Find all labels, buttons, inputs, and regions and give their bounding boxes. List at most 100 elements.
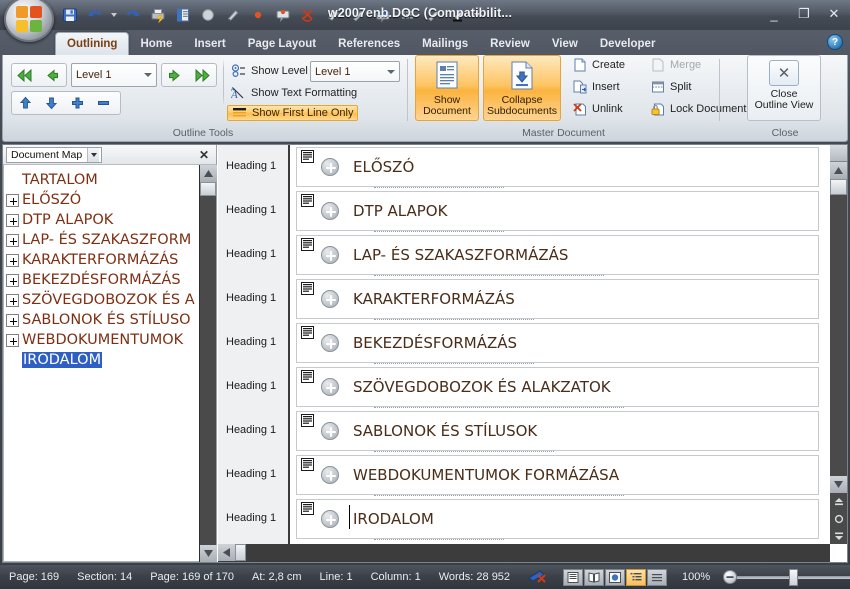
- outline-row[interactable]: Heading 1 ELŐSZÓ: [218, 145, 829, 189]
- scroll-left-icon[interactable]: [218, 544, 235, 561]
- tab-review[interactable]: Review: [479, 34, 541, 55]
- scrollbar-thumb[interactable]: [200, 182, 216, 196]
- tab-home[interactable]: Home: [129, 34, 183, 55]
- subdocument-icon[interactable]: [301, 194, 314, 207]
- outline-heading-text[interactable]: LAP- ÉS SZAKASZFORMÁZÁS: [353, 246, 568, 264]
- show-first-line-only-control[interactable]: Show First Line Only: [227, 105, 359, 121]
- show-level-control[interactable]: Show Level: [227, 63, 312, 79]
- collapse-subdocuments-button[interactable]: Collapse Subdocuments: [483, 55, 561, 121]
- subdocument-icon[interactable]: [301, 150, 314, 163]
- outline-heading-text[interactable]: ELŐSZÓ: [353, 158, 414, 176]
- tab-insert[interactable]: Insert: [183, 34, 236, 55]
- show-document-button[interactable]: Show Document: [415, 55, 479, 121]
- outline-heading-box[interactable]: SABLONOK ÉS STÍLUSOK: [296, 411, 819, 451]
- unlink-subdocument-button[interactable]: Unlink: [569, 101, 627, 117]
- horizontal-scrollbar[interactable]: [218, 544, 830, 562]
- zoom-slider[interactable]: [723, 568, 850, 586]
- scrollbar-thumb[interactable]: [235, 544, 246, 561]
- outline-row[interactable]: Heading 1 LAP- ÉS SZAKASZFORMÁZÁS: [218, 233, 829, 277]
- status-column[interactable]: Column: 1: [362, 571, 430, 583]
- status-line[interactable]: Line: 1: [311, 571, 362, 583]
- expand-plus-icon[interactable]: [6, 273, 19, 287]
- scroll-up-icon[interactable]: [200, 165, 217, 182]
- tab-outlining[interactable]: Outlining: [55, 32, 130, 55]
- status-at[interactable]: At: 2,8 cm: [243, 571, 311, 583]
- subdocument-icon[interactable]: [301, 502, 314, 515]
- outline-row[interactable]: Heading 1 SZÖVEGDOBOZOK ÉS ALAKZATOK: [218, 365, 829, 409]
- expand-collapse-icon[interactable]: [321, 466, 339, 484]
- create-subdocument-button[interactable]: Create: [569, 57, 629, 73]
- outline-row[interactable]: Heading 1 IRODALOM: [218, 497, 829, 541]
- collapse-button[interactable]: [90, 92, 116, 114]
- outline-heading-text[interactable]: SABLONOK ÉS STÍLUSOK: [353, 422, 537, 440]
- subdocument-icon[interactable]: [301, 458, 314, 471]
- move-down-button[interactable]: [38, 92, 64, 114]
- demote-to-body-text-button[interactable]: [188, 64, 214, 86]
- insert-subdocument-button[interactable]: Insert: [569, 79, 624, 95]
- document-map-item[interactable]: IRODALOM: [4, 350, 199, 370]
- document-map-item[interactable]: ELŐSZÓ: [4, 190, 199, 210]
- expand-collapse-icon[interactable]: [321, 422, 339, 440]
- zoom-track[interactable]: [737, 568, 850, 586]
- scrollbar-thumb[interactable]: [830, 179, 847, 195]
- status-words[interactable]: Words: 28 952: [430, 571, 519, 583]
- zoom-out-button[interactable]: [723, 570, 738, 584]
- expand-collapse-icon[interactable]: [321, 246, 339, 264]
- document-map-close-icon[interactable]: ✕: [195, 148, 213, 162]
- outline-heading-box[interactable]: DTP ALAPOK: [296, 191, 819, 231]
- outline-heading-box[interactable]: WEBDOKUMENTUMOK FORMÁZÁSA: [296, 455, 819, 495]
- tab-references[interactable]: References: [327, 34, 411, 55]
- outline-heading-box[interactable]: LAP- ÉS SZAKASZFORMÁZÁS: [296, 235, 819, 275]
- outline-heading-box[interactable]: IRODALOM: [296, 499, 819, 539]
- outline-row[interactable]: Heading 1 BEKEZDÉSFORMÁZÁS: [218, 321, 829, 365]
- demote-button[interactable]: [162, 64, 188, 86]
- subdocument-icon[interactable]: [301, 370, 314, 383]
- document-map-item[interactable]: SABLONOK ÉS STÍLUSO: [4, 310, 199, 330]
- subdocument-icon[interactable]: [301, 238, 314, 251]
- expand-plus-icon[interactable]: [6, 253, 19, 267]
- draft-view-button[interactable]: [647, 568, 668, 586]
- minimize-button[interactable]: _: [762, 4, 786, 24]
- full-screen-reading-view-button[interactable]: [584, 568, 605, 586]
- expand-plus-icon[interactable]: [6, 193, 19, 207]
- maximize-button[interactable]: ❐: [792, 4, 816, 24]
- promote-to-heading1-button[interactable]: [12, 64, 38, 86]
- close-outline-view-button[interactable]: ✕ Close Outline View: [747, 55, 821, 121]
- proofing-errors-icon[interactable]: [519, 568, 557, 586]
- split-subdocument-button[interactable]: Split: [647, 79, 695, 95]
- document-map-item[interactable]: WEBDOKUMENTUMOK: [4, 330, 199, 350]
- show-level-combo[interactable]: Level 1: [310, 61, 400, 82]
- scroll-up-icon[interactable]: [830, 162, 847, 179]
- document-map-item[interactable]: DTP ALAPOK: [4, 210, 199, 230]
- outline-heading-text[interactable]: KARAKTERFORMÁZÁS: [353, 290, 515, 308]
- outline-heading-text[interactable]: DTP ALAPOK: [353, 202, 447, 220]
- print-layout-view-button[interactable]: [563, 568, 584, 586]
- document-map-item[interactable]: KARAKTERFORMÁZÁS: [4, 250, 199, 270]
- status-page-of[interactable]: Page: 169 of 170: [141, 571, 243, 583]
- show-text-formatting-control[interactable]: AA Show Text Formatting: [227, 85, 361, 101]
- subdocument-icon[interactable]: [301, 414, 314, 427]
- document-map-item[interactable]: BEKEZDÉSFORMÁZÁS: [4, 270, 199, 290]
- outline-row[interactable]: Heading 1 KARAKTERFORMÁZÁS: [218, 277, 829, 321]
- outline-level-combo[interactable]: Level 1: [71, 63, 157, 87]
- help-icon[interactable]: ?: [827, 34, 843, 50]
- expand-collapse-icon[interactable]: [321, 510, 339, 528]
- web-layout-view-button[interactable]: [605, 568, 626, 586]
- outline-heading-text[interactable]: BEKEZDÉSFORMÁZÁS: [353, 334, 517, 352]
- outline-heading-text[interactable]: SZÖVEGDOBOZOK ÉS ALAKZATOK: [353, 378, 611, 396]
- tab-mailings[interactable]: Mailings: [411, 34, 479, 55]
- split-window-handle[interactable]: [830, 145, 847, 162]
- outline-heading-box[interactable]: ELŐSZÓ: [296, 147, 819, 187]
- expand-plus-icon[interactable]: [6, 213, 19, 227]
- subdocument-icon[interactable]: [301, 326, 314, 339]
- outline-heading-text[interactable]: WEBDOKUMENTUMOK FORMÁZÁSA: [353, 466, 619, 484]
- document-map-item[interactable]: TARTALOM: [4, 170, 199, 190]
- subdocument-icon[interactable]: [301, 282, 314, 295]
- outline-heading-box[interactable]: BEKEZDÉSFORMÁZÁS: [296, 323, 819, 363]
- expand-collapse-icon[interactable]: [321, 378, 339, 396]
- tab-view[interactable]: View: [541, 34, 589, 55]
- close-button[interactable]: ✕: [822, 4, 846, 24]
- promote-button[interactable]: [38, 64, 64, 86]
- zoom-thumb[interactable]: [789, 568, 799, 586]
- expand-button[interactable]: [64, 92, 90, 114]
